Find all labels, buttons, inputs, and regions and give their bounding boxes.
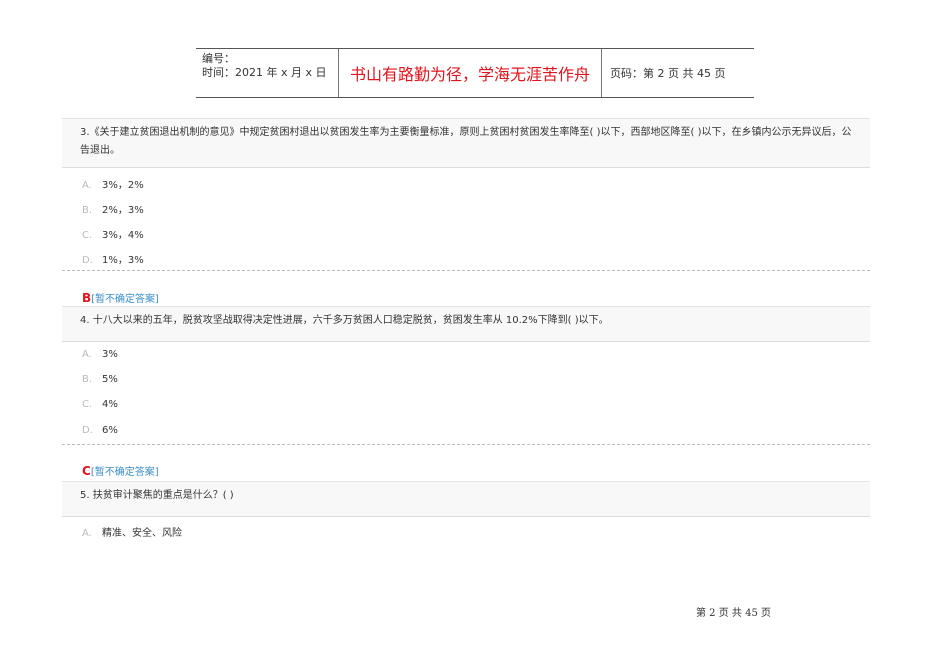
date-label: 时间：2021 年 x 月 x 日 <box>202 66 327 79</box>
option-letter: A. <box>82 528 92 539</box>
option-text: 1%，3% <box>102 255 144 266</box>
divider <box>62 444 870 445</box>
option-letter: D. <box>82 425 93 436</box>
answer-letter: C <box>82 464 91 478</box>
option-letter: C. <box>82 230 93 241</box>
option-text: 5% <box>102 374 118 385</box>
answer-note: [暂不确定答案] <box>91 294 159 305</box>
answer: C[暂不确定答案] <box>82 463 159 478</box>
option-a[interactable]: A. 精准、安全、风险 <box>82 524 182 539</box>
question-4: 4. 十八大以来的五年，脱贫攻坚战取得决定性进展，六千多万贫困人口稳定脱贫，贫困… <box>62 306 870 342</box>
option-text: 6% <box>102 425 118 436</box>
divider <box>62 270 870 271</box>
number-label: 编号： <box>202 52 235 65</box>
option-letter: C. <box>82 399 93 410</box>
option-text: 3% <box>102 349 118 360</box>
answer: B[暂不确定答案] <box>82 290 159 305</box>
option-b[interactable]: B. 5% <box>82 374 118 385</box>
page-label: 页码：第 2 页 共 45 页 <box>610 67 726 80</box>
option-letter: A. <box>82 180 92 191</box>
option-letter: A. <box>82 349 92 360</box>
option-text: 精准、安全、风险 <box>102 528 182 539</box>
option-letter: B. <box>82 374 93 385</box>
option-letter: D. <box>82 255 93 266</box>
question-3: 3.《关于建立贫困退出机制的意见》中规定贫困村退出以贫困发生率为主要衡量标准，原… <box>62 118 870 168</box>
option-text: 4% <box>102 399 118 410</box>
page-footer: 第 2 页 共 45 页 <box>696 608 771 619</box>
option-c[interactable]: C. 3%，4% <box>82 226 144 241</box>
motto: 书山有路勤为径，学海无涯苦作舟 <box>339 49 602 97</box>
option-b[interactable]: B. 2%，3% <box>82 201 144 216</box>
option-text: 3%，2% <box>102 180 144 191</box>
option-d[interactable]: D. 6% <box>82 425 118 436</box>
option-d[interactable]: D. 1%，3% <box>82 251 144 266</box>
option-text: 3%，4% <box>102 230 144 241</box>
page-header: 编号： 时间：2021 年 x 月 x 日 书山有路勤为径，学海无涯苦作舟 页码：… <box>196 48 754 98</box>
option-text: 2%，3% <box>102 205 144 216</box>
option-c[interactable]: C. 4% <box>82 399 118 410</box>
answer-letter: B <box>82 291 92 305</box>
option-a[interactable]: A. 3% <box>82 349 118 360</box>
answer-note: [暂不确定答案] <box>90 467 159 478</box>
header-meta: 编号： 时间：2021 年 x 月 x 日 <box>196 49 339 97</box>
option-a[interactable]: A. 3%，2% <box>82 176 144 191</box>
option-letter: B. <box>82 205 93 216</box>
question-5: 5. 扶贫审计聚焦的重点是什么？( ) <box>62 481 870 517</box>
